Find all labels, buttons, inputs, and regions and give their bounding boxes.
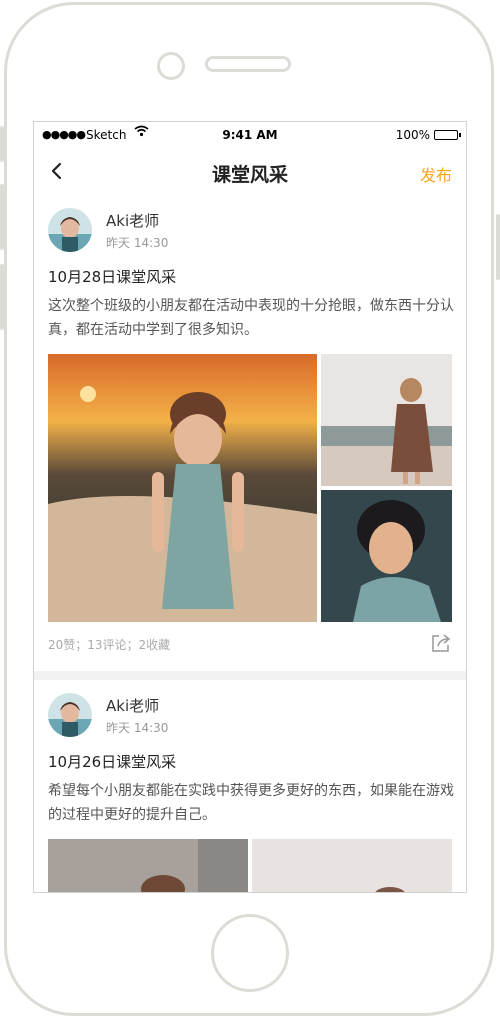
photo-boy-curly[interactable]: [321, 490, 452, 622]
post-body: 这次整个班级的小朋友都在活动中表现的十分抢眼，做东西十分认真，都在活动中学到了很…: [48, 298, 454, 338]
publish-button[interactable]: 发布: [420, 162, 452, 186]
share-icon[interactable]: [430, 632, 452, 654]
post-card: Aki老师 昨天 14:30 10月28日课堂风采 这次整个班级的小朋友都在活动…: [34, 208, 466, 664]
photo-girl-beach[interactable]: [321, 354, 452, 486]
speaker: [205, 56, 291, 72]
status-bar: ●●●●● Sketch 9:41 AM 100%: [34, 122, 466, 148]
photo-grid: [48, 354, 452, 622]
screen: ●●●●● Sketch 9:41 AM 100% 课堂风采 发布 Aki老师 …: [33, 121, 467, 893]
author-name[interactable]: Aki老师: [106, 695, 159, 716]
home-button[interactable]: [211, 914, 289, 992]
post-stats: 20赞；13评论；2收藏: [48, 638, 171, 652]
divider: [34, 671, 466, 680]
photo-child-right[interactable]: [252, 839, 452, 892]
photo-child-left[interactable]: [48, 839, 248, 892]
power-button: [496, 214, 500, 280]
avatar[interactable]: [48, 693, 92, 737]
nav-bar: 课堂风采 发布: [34, 148, 466, 196]
camera: [157, 52, 185, 80]
mute-switch: [0, 126, 4, 162]
post-card: Aki老师 昨天 14:30 10月26日课堂风采 希望每个小朋友都能在实践中获…: [34, 693, 466, 892]
photo-girl-sunset[interactable]: [48, 354, 317, 622]
post-title: 10月26日课堂风采: [48, 753, 177, 771]
battery-icon: [434, 130, 458, 140]
post-title: 10月28日课堂风采: [48, 268, 177, 286]
avatar[interactable]: [48, 208, 92, 252]
battery-tip: [459, 133, 461, 137]
page-title: 课堂风采: [211, 164, 288, 186]
battery-percent: 100%: [395, 128, 430, 142]
photo-grid: [48, 839, 452, 892]
volume-down-button: [0, 264, 4, 330]
post-body: 希望每个小朋友都能在实践中获得更多更好的东西，如果能在游戏的过程中更好的提升自己…: [48, 783, 454, 823]
author-name[interactable]: Aki老师: [106, 210, 159, 231]
post-time: 昨天 14:30: [106, 721, 169, 735]
post-time: 昨天 14:30: [106, 236, 169, 250]
volume-up-button: [0, 184, 4, 250]
